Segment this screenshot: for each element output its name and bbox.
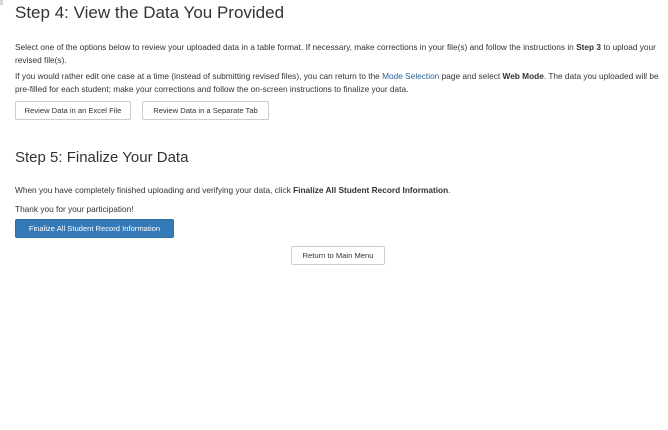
web-mode-instructions: If you would rather edit one case at a t…: [15, 70, 665, 95]
web-mode-text-middle: page and select: [439, 71, 503, 81]
edge-mark: [0, 0, 3, 5]
review-separate-tab-button[interactable]: Review Data in a Separate Tab: [142, 101, 269, 120]
step3-reference: Step 3: [576, 42, 602, 52]
step5-instructions: When you have completely finished upload…: [15, 184, 665, 197]
finalize-button[interactable]: Finalize All Student Record Information: [15, 219, 174, 238]
step5-instructions-tail: .: [448, 185, 451, 195]
review-excel-button[interactable]: Review Data in an Excel File: [15, 101, 131, 120]
step5-instructions-text: When you have completely finished upload…: [15, 185, 294, 195]
page: Step 4: View the Data You Provided Selec…: [0, 0, 668, 430]
mode-selection-link[interactable]: Mode Selection: [382, 71, 439, 81]
web-mode-text: If you would rather edit one case at a t…: [15, 71, 383, 81]
step4-instructions: Select one of the options below to revie…: [15, 41, 665, 66]
step4-title: Step 4: View the Data You Provided: [15, 3, 285, 22]
step5-title: Step 5: Finalize Your Data: [15, 149, 189, 166]
step4-instructions-text: Select one of the options below to revie…: [15, 42, 577, 52]
web-mode-bold: Web Mode: [502, 71, 544, 81]
return-main-menu-button[interactable]: Return to Main Menu: [291, 246, 385, 265]
thanks-message: Thank you for your participation!: [15, 204, 134, 214]
finalize-reference: Finalize All Student Record Information: [293, 185, 449, 195]
